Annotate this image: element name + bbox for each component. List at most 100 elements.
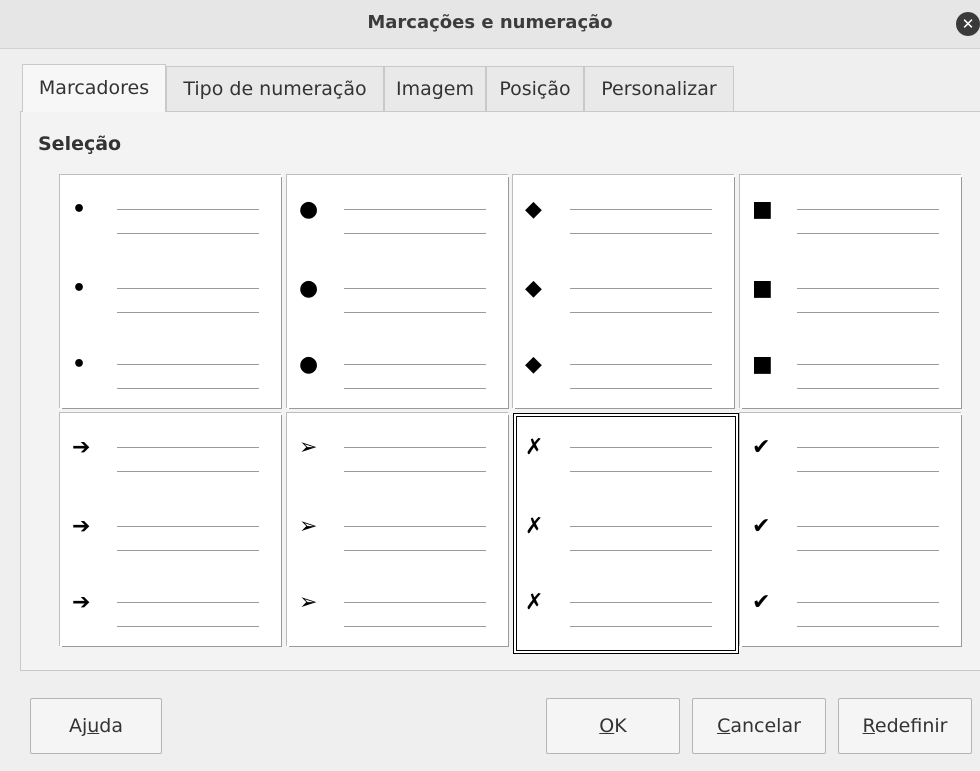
preview-line bbox=[797, 364, 939, 365]
bullet-style-large-dot[interactable]: ● ● ● bbox=[287, 175, 509, 409]
preview-line bbox=[570, 288, 712, 289]
preview-line bbox=[117, 312, 259, 313]
bullet-style-square[interactable]: ■ ■ ■ bbox=[740, 175, 962, 409]
tab-marcadores[interactable]: Marcadores bbox=[22, 64, 166, 112]
bullet-style-small-dot[interactable]: • • • bbox=[60, 175, 282, 409]
check-mark-bullet-icon: ✔ bbox=[752, 514, 771, 539]
preview-line bbox=[797, 626, 939, 627]
preview-line bbox=[117, 288, 259, 289]
cancel-label-b: ancelar bbox=[730, 715, 801, 737]
tab-posicao[interactable]: Posição bbox=[486, 66, 584, 111]
preview-line bbox=[797, 288, 939, 289]
preview-line bbox=[570, 602, 712, 603]
help-button[interactable]: Ajuda bbox=[30, 698, 162, 754]
arrowhead-bullet-icon: ➢ bbox=[299, 514, 318, 539]
tab-label: Imagem bbox=[395, 78, 474, 100]
preview-line bbox=[797, 550, 939, 551]
x-mark-bullet-icon: ✗ bbox=[525, 590, 544, 615]
preview-line bbox=[570, 626, 712, 627]
bullet-style-diamond[interactable]: ◆ ◆ ◆ bbox=[513, 175, 735, 409]
bullet-style-check-mark[interactable]: ✔ ✔ ✔ bbox=[740, 413, 962, 647]
preview-line bbox=[570, 233, 712, 234]
bullet-style-arrow[interactable]: ➔ ➔ ➔ bbox=[60, 413, 282, 647]
preview-line bbox=[570, 364, 712, 365]
preview-line bbox=[797, 447, 939, 448]
reset-button[interactable]: Redefinir bbox=[838, 698, 972, 754]
tab-label: Posição bbox=[499, 78, 571, 100]
preview-line bbox=[117, 626, 259, 627]
preview-line bbox=[344, 233, 486, 234]
preview-line bbox=[344, 471, 486, 472]
preview-line bbox=[344, 288, 486, 289]
help-accel: u bbox=[87, 715, 100, 737]
square-bullet-icon: ■ bbox=[752, 352, 773, 377]
preview-line bbox=[344, 388, 486, 389]
preview-line bbox=[797, 526, 939, 527]
preview-line bbox=[117, 209, 259, 210]
preview-line bbox=[344, 550, 486, 551]
large-dot-bullet-icon: ● bbox=[299, 197, 319, 222]
preview-line bbox=[797, 602, 939, 603]
bullet-style-x-mark[interactable]: ✗ ✗ ✗ bbox=[513, 413, 739, 654]
arrow-bullet-icon: ➔ bbox=[72, 590, 91, 615]
x-mark-bullet-icon: ✗ bbox=[525, 435, 544, 460]
diamond-bullet-icon: ◆ bbox=[525, 352, 542, 377]
selection-label: Seleção bbox=[38, 133, 122, 155]
preview-line bbox=[570, 209, 712, 210]
diamond-bullet-icon: ◆ bbox=[525, 197, 542, 222]
ok-label-b: K bbox=[614, 715, 627, 737]
preview-line bbox=[344, 447, 486, 448]
dialog-title: Marcações e numeração bbox=[367, 12, 613, 33]
arrow-bullet-icon: ➔ bbox=[72, 435, 91, 460]
preview-line bbox=[797, 209, 939, 210]
tab-label: Tipo de numeração bbox=[183, 78, 367, 100]
preview-line bbox=[344, 602, 486, 603]
preview-line bbox=[344, 364, 486, 365]
bullet-style-arrowhead[interactable]: ➢ ➢ ➢ bbox=[287, 413, 509, 647]
reset-accel: R bbox=[862, 715, 875, 737]
square-bullet-icon: ■ bbox=[752, 197, 773, 222]
cancel-accel: C bbox=[717, 715, 731, 737]
x-mark-bullet-icon: ✗ bbox=[525, 514, 544, 539]
diamond-bullet-icon: ◆ bbox=[525, 276, 542, 301]
tab-tipo-de-numeracao[interactable]: Tipo de numeração bbox=[166, 66, 384, 111]
check-mark-bullet-icon: ✔ bbox=[752, 435, 771, 460]
tab-imagem[interactable]: Imagem bbox=[384, 66, 486, 111]
preview-line bbox=[344, 626, 486, 627]
preview-line bbox=[797, 471, 939, 472]
preview-line bbox=[570, 388, 712, 389]
reset-label-b: edefinir bbox=[874, 715, 948, 737]
ok-accel: O bbox=[599, 715, 615, 737]
title-bar: Marcações e numeração ✕ bbox=[0, 0, 980, 49]
large-dot-bullet-icon: ● bbox=[299, 352, 319, 377]
preview-line bbox=[570, 447, 712, 448]
preview-line bbox=[117, 526, 259, 527]
cancel-button[interactable]: Cancelar bbox=[692, 698, 826, 754]
large-dot-bullet-icon: ● bbox=[299, 276, 319, 301]
preview-line bbox=[117, 447, 259, 448]
tab-label: Personalizar bbox=[601, 78, 717, 100]
preview-line bbox=[117, 388, 259, 389]
small-dot-bullet-icon: • bbox=[72, 197, 87, 222]
check-mark-bullet-icon: ✔ bbox=[752, 590, 771, 615]
preview-line bbox=[797, 312, 939, 313]
tab-personalizar[interactable]: Personalizar bbox=[584, 66, 734, 111]
close-icon[interactable]: ✕ bbox=[956, 12, 980, 36]
preview-line bbox=[570, 550, 712, 551]
help-label-a: Aj bbox=[68, 715, 88, 737]
arrowhead-bullet-icon: ➢ bbox=[299, 590, 318, 615]
ok-button[interactable]: OK bbox=[546, 698, 680, 754]
preview-line bbox=[344, 312, 486, 313]
preview-line bbox=[117, 550, 259, 551]
preview-line bbox=[117, 364, 259, 365]
preview-line bbox=[570, 471, 712, 472]
preview-line bbox=[797, 233, 939, 234]
tab-label: Marcadores bbox=[38, 77, 150, 99]
small-dot-bullet-icon: • bbox=[72, 352, 87, 377]
preview-line bbox=[570, 526, 712, 527]
preview-line bbox=[797, 388, 939, 389]
help-label-b: da bbox=[99, 715, 124, 737]
preview-line bbox=[570, 312, 712, 313]
square-bullet-icon: ■ bbox=[752, 276, 773, 301]
small-dot-bullet-icon: • bbox=[72, 276, 87, 301]
